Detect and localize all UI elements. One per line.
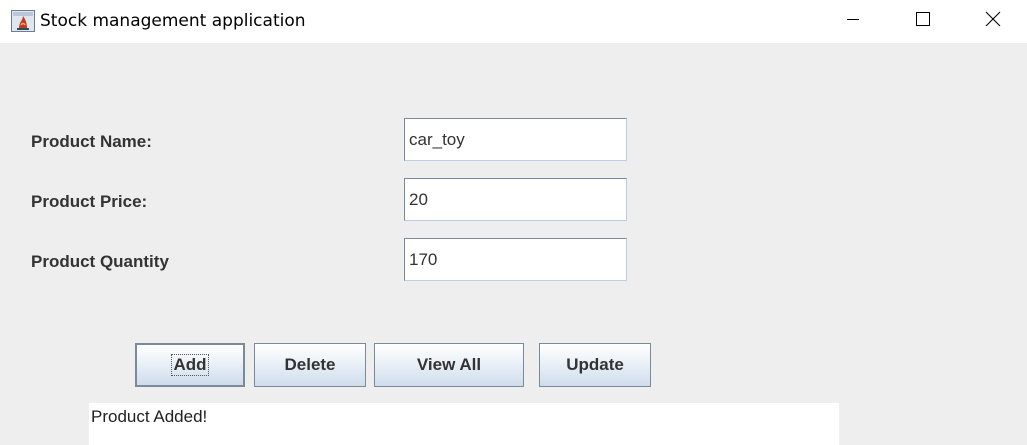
- product-price-label: Product Price:: [31, 192, 148, 211]
- add-button[interactable]: Add: [135, 343, 245, 387]
- title-bar[interactable]: Stock management application: [0, 0, 1027, 43]
- app-window: Stock management application Product Nam…: [0, 0, 1027, 445]
- delete-button[interactable]: Delete: [254, 343, 366, 387]
- close-icon: [985, 11, 1001, 32]
- minimize-icon: [846, 12, 860, 31]
- update-button[interactable]: Update: [539, 343, 651, 387]
- product-quantity-label: Product Quantity: [31, 252, 169, 271]
- view-all-button[interactable]: View All: [374, 343, 524, 387]
- minimize-button[interactable]: [830, 0, 876, 43]
- product-quantity-field[interactable]: [404, 238, 627, 281]
- java-app-icon: [11, 10, 35, 32]
- maximize-icon: [915, 11, 931, 32]
- product-name-label: Product Name:: [31, 132, 152, 151]
- window-title: Stock management application: [40, 11, 306, 31]
- add-button-label: Add: [171, 354, 209, 376]
- status-output-area[interactable]: Product Added!: [89, 403, 839, 445]
- status-message: Product Added!: [91, 407, 208, 426]
- delete-button-label: Delete: [284, 355, 336, 374]
- view-all-button-label: View All: [416, 355, 482, 374]
- update-button-label: Update: [566, 355, 624, 374]
- maximize-button[interactable]: [900, 0, 946, 43]
- close-button[interactable]: [970, 0, 1016, 43]
- product-price-field[interactable]: [404, 178, 627, 221]
- product-name-field[interactable]: [404, 118, 627, 161]
